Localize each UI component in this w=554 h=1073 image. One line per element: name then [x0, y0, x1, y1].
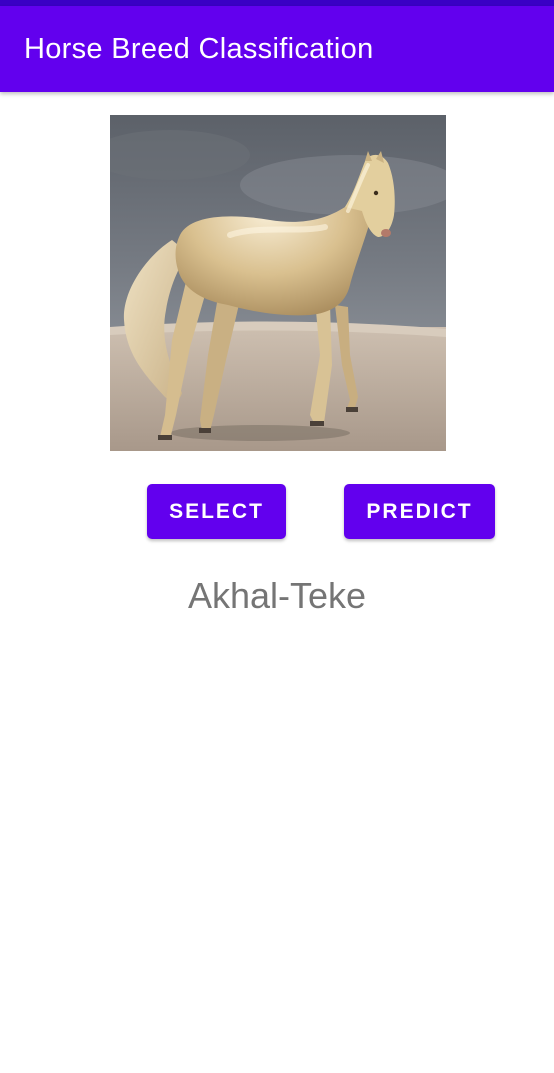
prediction-result: Akhal-Teke — [187, 575, 367, 616]
select-button[interactable]: SELECT — [147, 484, 286, 539]
predict-button[interactable]: PREDICT — [344, 484, 495, 539]
horse-image — [110, 115, 446, 451]
app-bar: Horse Breed Classification — [0, 6, 554, 92]
horse-photo-icon — [110, 115, 446, 451]
app-title: Horse Breed Classification — [24, 33, 374, 65]
